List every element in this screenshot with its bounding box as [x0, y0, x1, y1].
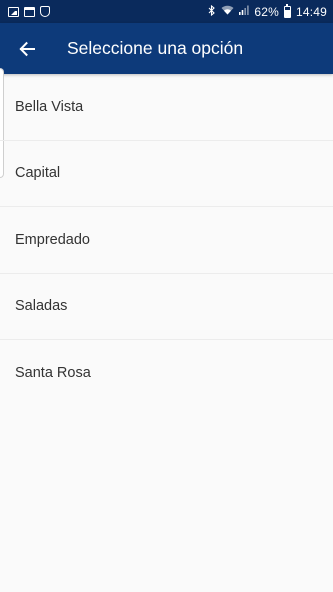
options-list: Bella Vista Capital Empredado Saladas Sa…	[0, 74, 333, 407]
option-capital[interactable]: Capital	[0, 141, 333, 207]
option-label: Santa Rosa	[15, 365, 91, 382]
option-empredado[interactable]: Empredado	[0, 207, 333, 274]
back-button[interactable]	[0, 23, 54, 74]
status-bar-left	[8, 6, 50, 17]
option-label: Empredado	[15, 231, 90, 248]
option-bella-vista[interactable]: Bella Vista	[0, 74, 333, 141]
bluetooth-icon	[208, 4, 216, 19]
signal-icon	[239, 5, 250, 18]
calendar-icon	[24, 6, 35, 17]
shield-icon	[40, 6, 50, 17]
app-bar: Seleccione una opción	[0, 23, 333, 74]
arrow-left-icon	[19, 41, 35, 56]
wifi-icon	[221, 5, 234, 18]
option-saladas[interactable]: Saladas	[0, 274, 333, 340]
gallery-icon	[8, 6, 19, 17]
status-bar-right: 62% 14:49	[208, 3, 327, 19]
battery-percent: 62%	[254, 4, 279, 19]
page-title: Seleccione una opción	[67, 38, 244, 58]
option-label: Capital	[15, 165, 61, 182]
status-time: 14:49	[295, 4, 327, 19]
option-santa-rosa[interactable]: Santa Rosa	[0, 340, 333, 407]
battery-icon	[283, 3, 291, 18]
option-label: Bella Vista	[15, 98, 84, 115]
status-bar: 62% 14:49	[0, 0, 333, 23]
option-label: Saladas	[15, 298, 68, 315]
